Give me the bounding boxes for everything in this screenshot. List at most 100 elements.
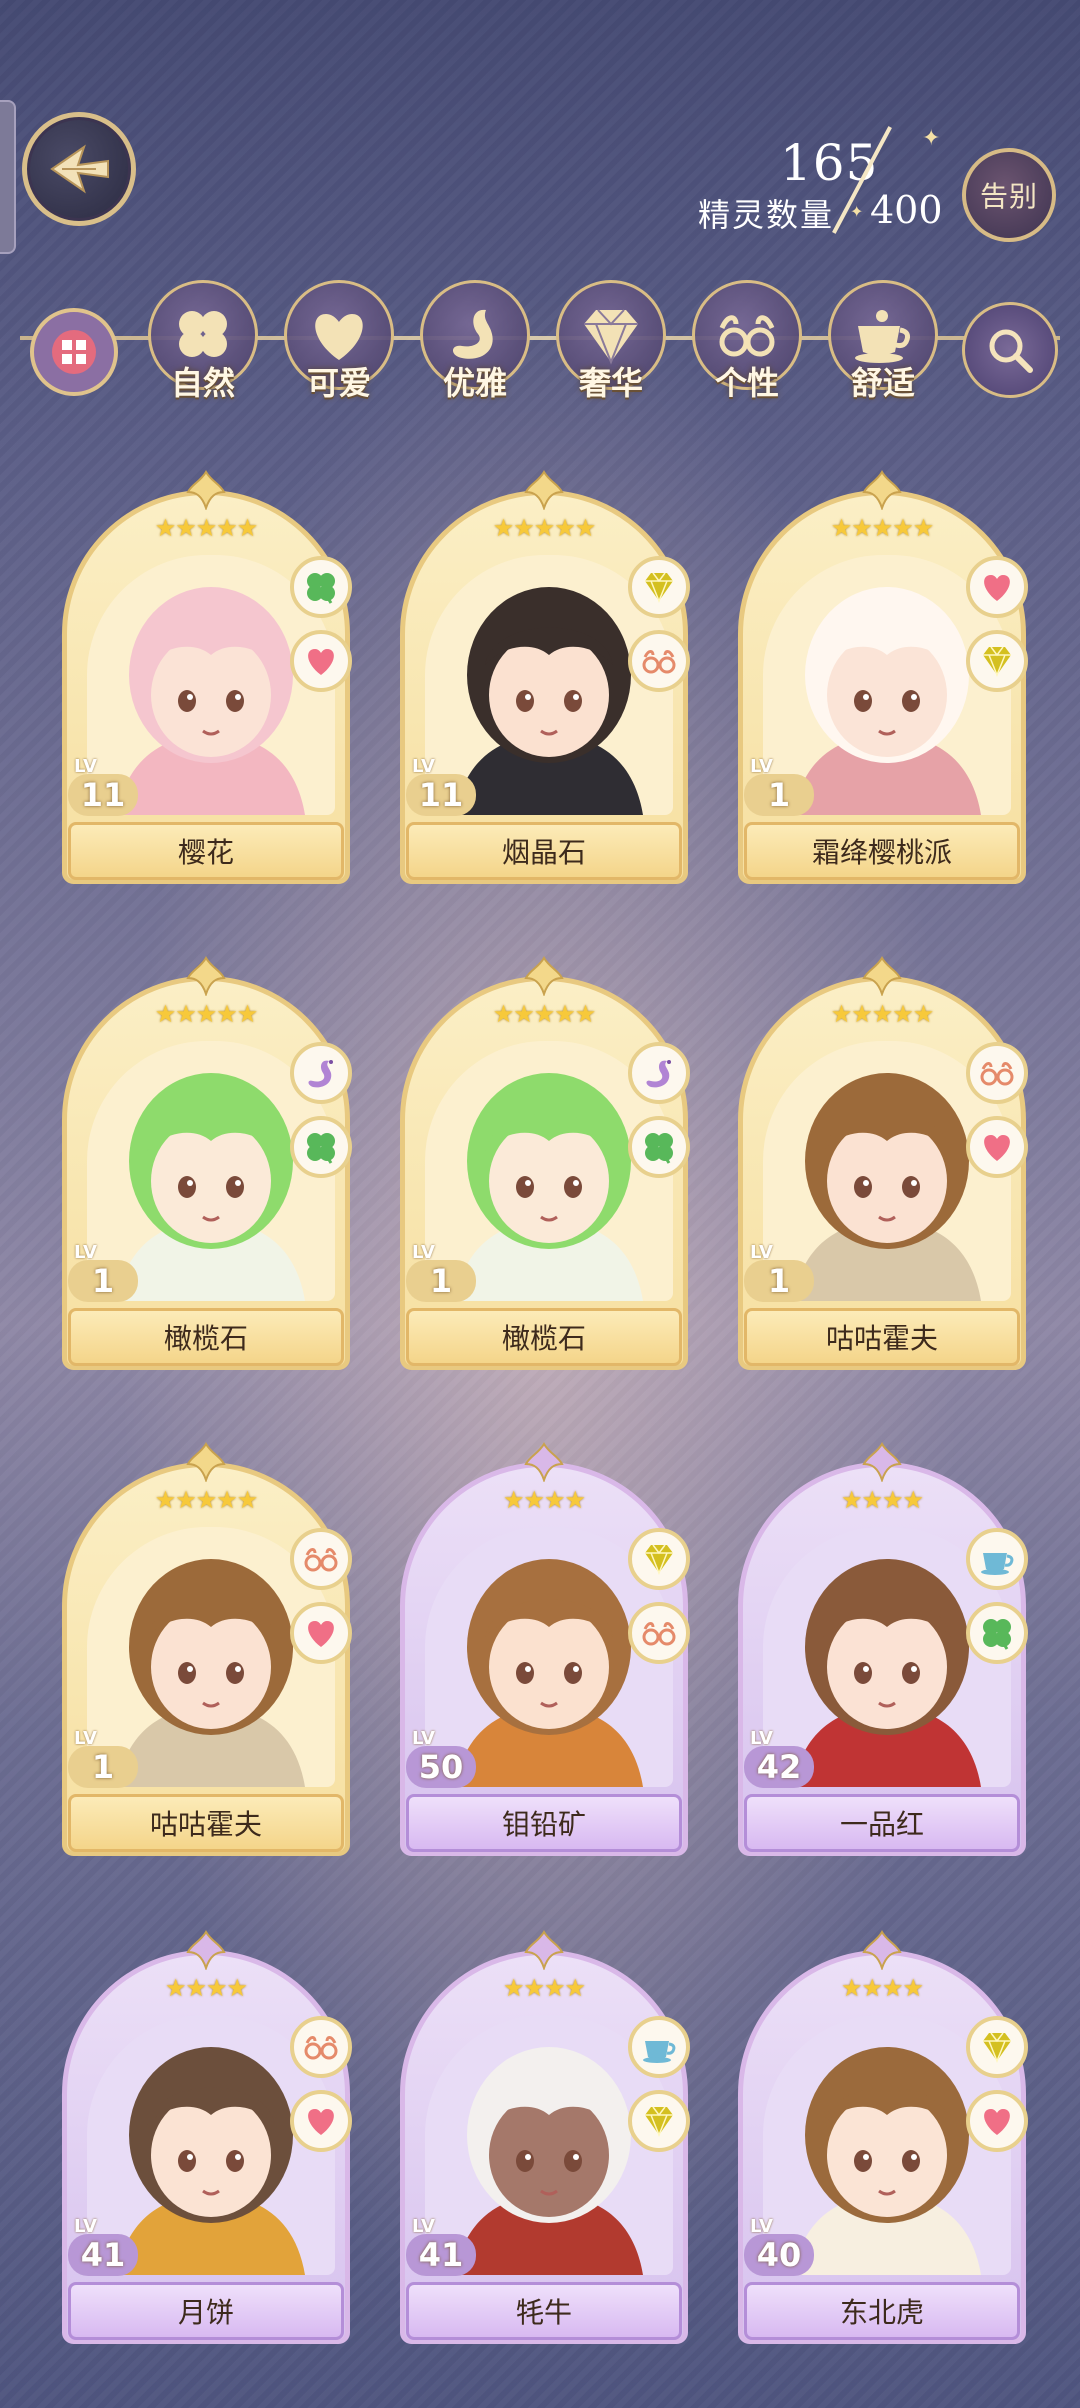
level-value: 1 (68, 1746, 138, 1788)
level-value: 1 (744, 774, 814, 816)
diamond-icon (966, 630, 1028, 692)
level-badge: LV 1 (400, 1242, 476, 1306)
spirit-card[interactable]: ★★★★★ LV 1 橄榄石 (62, 956, 352, 1376)
level-value: 41 (406, 2234, 476, 2276)
spirit-name: 橄榄石 (68, 1308, 344, 1366)
level-badge: LV 41 (400, 2216, 476, 2280)
level-badge: LV 41 (62, 2216, 138, 2280)
diamond-icon (628, 556, 690, 618)
filter-clover[interactable]: 自然 (148, 280, 258, 402)
spirit-card[interactable]: ★★★★★ LV 11 樱花 (62, 470, 352, 890)
level-badge: LV 50 (400, 1728, 476, 1792)
search-button[interactable] (962, 302, 1058, 398)
heart-icon (966, 556, 1028, 618)
spirit-name: 咕咕霍夫 (744, 1308, 1020, 1366)
clover-icon (966, 1602, 1028, 1664)
crown-ornament-icon (862, 1442, 902, 1482)
all-filter-button[interactable] (30, 308, 118, 396)
crown-ornament-icon (524, 1442, 564, 1482)
spirit-card[interactable]: ★★★★★ LV 1 咕咕霍夫 (62, 1442, 352, 1862)
filter-label: 优雅 (442, 364, 507, 402)
heart-icon (966, 2090, 1028, 2152)
level-badge: LV 42 (738, 1728, 814, 1792)
heart-icon (290, 1602, 352, 1664)
level-value: 1 (406, 1260, 476, 1302)
crown-ornament-icon (862, 956, 902, 996)
crown-ornament-icon (862, 1930, 902, 1970)
filter-heart[interactable]: 可爱 (284, 280, 394, 402)
glasses-icon (628, 630, 690, 692)
filter-label: 自然 (170, 364, 235, 402)
spirit-card[interactable]: ★★★★★ LV 1 霜绛樱桃派 (738, 470, 1028, 890)
star-rating: ★★★★★ (492, 514, 597, 542)
spirit-card[interactable]: ★★★★★ LV 1 橄榄石 (400, 956, 690, 1376)
level-value: 40 (744, 2234, 814, 2276)
spirit-card[interactable]: ★★★★★ LV 11 烟晶石 (400, 470, 690, 890)
spirit-name: 霜绛樱桃派 (744, 822, 1020, 880)
filter-bar: 自然 可爱 优雅 奢华 个性 舒适 (0, 272, 1080, 402)
star-rating: ★★★★★ (830, 1000, 935, 1028)
teacup-icon (966, 1528, 1028, 1590)
heart-icon (290, 2090, 352, 2152)
spirit-name: 钼铅矿 (406, 1794, 682, 1852)
crown-ornament-icon (186, 956, 226, 996)
filter-label: 舒适 (850, 364, 915, 402)
spirit-count-label: 精灵数量 (698, 196, 835, 234)
crown-ornament-icon (186, 1930, 226, 1970)
top-bar: 165 精灵数量 400 ✦ ✦ 告别 (0, 0, 1080, 270)
heart-icon (966, 1116, 1028, 1178)
spirit-card[interactable]: ★★★★ LV 41 月饼 (62, 1930, 352, 2350)
spirit-count-max: 400 (870, 188, 943, 232)
star-rating: ★★★★ (164, 1974, 248, 2002)
spirit-card[interactable]: ★★★★★ LV 1 咕咕霍夫 (738, 956, 1028, 1376)
filter-label: 可爱 (306, 364, 371, 402)
crown-ornament-icon (524, 470, 564, 510)
star-rating: ★★★★★ (492, 1000, 597, 1028)
level-badge: LV 1 (62, 1242, 138, 1306)
spirit-name: 橄榄石 (406, 1308, 682, 1366)
star-rating: ★★★★ (502, 1486, 586, 1514)
glasses-icon (290, 1528, 352, 1590)
clover-icon (290, 1116, 352, 1178)
spirit-name: 咕咕霍夫 (68, 1794, 344, 1852)
level-value: 1 (68, 1260, 138, 1302)
spirit-card[interactable]: ★★★★ LV 41 牦牛 (400, 1930, 690, 2350)
level-value: 11 (406, 774, 476, 816)
glasses-icon (628, 1602, 690, 1664)
clover-icon (628, 1116, 690, 1178)
filter-swan[interactable]: 优雅 (420, 280, 530, 402)
glasses-icon (966, 1042, 1028, 1104)
spirit-card[interactable]: ★★★★ LV 42 一品红 (738, 1442, 1028, 1862)
star-rating: ★★★★ (502, 1974, 586, 2002)
filter-diamond[interactable]: 奢华 (556, 280, 666, 402)
spirit-card[interactable]: ★★★★ LV 50 钼铅矿 (400, 1442, 690, 1862)
back-button[interactable] (22, 112, 136, 226)
diamond-icon (966, 2016, 1028, 2078)
level-value: 41 (68, 2234, 138, 2276)
spirit-card[interactable]: ★★★★ LV 40 东北虎 (738, 1930, 1028, 2350)
level-value: 50 (406, 1746, 476, 1788)
level-badge: LV 1 (738, 1242, 814, 1306)
level-value: 42 (744, 1746, 814, 1788)
clover-icon (290, 556, 352, 618)
level-badge: LV 11 (400, 756, 476, 820)
spirit-name: 樱花 (68, 822, 344, 880)
star-rating: ★★★★★ (154, 1486, 259, 1514)
spirit-name: 一品红 (744, 1794, 1020, 1852)
farewell-button[interactable]: 告别 (962, 148, 1056, 242)
crown-ornament-icon (524, 1930, 564, 1970)
swan-icon (628, 1042, 690, 1104)
star-rating: ★★★★★ (154, 514, 259, 542)
filter-label: 个性 (714, 364, 779, 402)
filter-glasses[interactable]: 个性 (692, 280, 802, 402)
spirit-count-current: 165 (780, 134, 879, 192)
star-rating: ★★★★★ (154, 1000, 259, 1028)
spirit-name: 牦牛 (406, 2282, 682, 2340)
filter-label: 奢华 (578, 364, 643, 402)
level-badge: LV 40 (738, 2216, 814, 2280)
filter-teacup[interactable]: 舒适 (828, 280, 938, 402)
teacup-icon (628, 2016, 690, 2078)
level-value: 11 (68, 774, 138, 816)
spirit-name: 东北虎 (744, 2282, 1020, 2340)
spirit-name: 月饼 (68, 2282, 344, 2340)
